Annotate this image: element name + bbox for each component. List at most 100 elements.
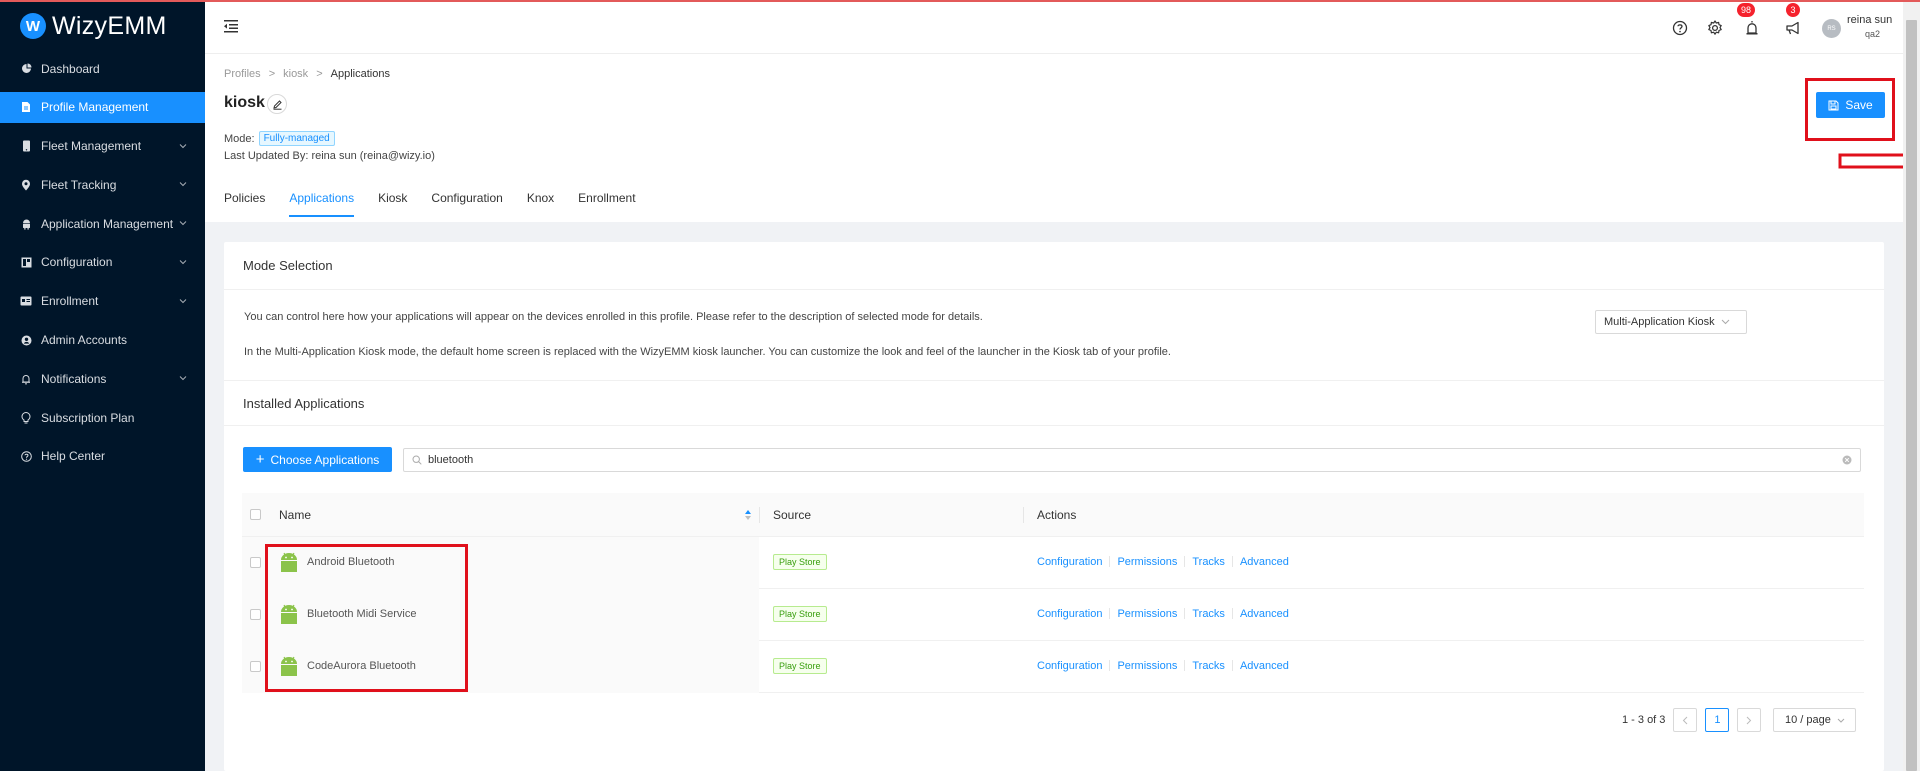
sidebar-item-label: Application Management [41, 216, 174, 231]
advanced-link[interactable]: Advanced [1240, 608, 1289, 620]
search-field[interactable] [403, 448, 1861, 472]
sidebar-item-notifications[interactable]: Notifications [0, 363, 205, 394]
action-separator [1184, 608, 1186, 619]
sidebar-item-label: Admin Accounts [41, 333, 128, 348]
row-checkbox[interactable] [250, 557, 261, 568]
sidebar-item-dashboard[interactable]: Dashboard [0, 53, 205, 84]
divider [224, 289, 1884, 290]
user-settings-icon [20, 334, 32, 346]
sidebar-item-label: Help Center [41, 449, 106, 464]
layout-icon [20, 256, 32, 268]
user-name[interactable]: reina sun [1847, 14, 1892, 26]
bulb-icon [20, 411, 32, 424]
kiosk-mode-select[interactable]: Multi-Application Kiosk [1595, 310, 1747, 334]
divider [224, 425, 1884, 426]
tab-kiosk[interactable]: Kiosk [378, 191, 407, 217]
tab-configuration[interactable]: Configuration [431, 191, 502, 217]
alarm-icon [1746, 21, 1758, 35]
column-source: Source [773, 507, 812, 522]
tracks-link[interactable]: Tracks [1192, 556, 1225, 568]
sidebar-item-enrollment[interactable]: Enrollment [0, 286, 205, 317]
sidebar-item-fleet-management[interactable]: Fleet Management [0, 131, 205, 162]
action-separator [1231, 608, 1233, 619]
sidebar-item-admin-accounts[interactable]: Admin Accounts [0, 325, 205, 356]
sidebar-item-help-center[interactable]: Help Center [0, 441, 205, 472]
next-page-button[interactable] [1737, 708, 1762, 732]
chevron-left-icon [1683, 716, 1688, 724]
megaphone-icon [1786, 21, 1799, 35]
logo[interactable]: W WizyEMM [0, 0, 205, 52]
plus-icon: + [255, 450, 265, 468]
advanced-link[interactable]: Advanced [1240, 660, 1289, 672]
permissions-link[interactable]: Permissions [1117, 556, 1177, 568]
choose-applications-button[interactable]: + Choose Applications [243, 447, 392, 472]
column-name[interactable]: Name [279, 508, 311, 522]
select-all-checkbox[interactable] [250, 509, 261, 520]
save-button[interactable]: Save [1816, 92, 1885, 118]
vertical-scrollbar[interactable] [1903, 2, 1920, 771]
sort-icon[interactable] [744, 509, 752, 521]
mode-row: Mode: Fully-managed [224, 131, 335, 146]
announcement-badge: 3 [1786, 3, 1800, 17]
tab-enrollment[interactable]: Enrollment [578, 191, 635, 217]
applications-card: Mode Selection You can control here how … [224, 242, 1884, 771]
advanced-link[interactable]: Advanced [1240, 556, 1289, 568]
chevron-down-icon [179, 260, 187, 265]
page-number[interactable]: 1 [1705, 708, 1730, 732]
search-input[interactable] [428, 454, 1808, 466]
tab-policies[interactable]: Policies [224, 191, 265, 217]
tab-knox[interactable]: Knox [527, 191, 554, 217]
avatar[interactable]: RS [1822, 19, 1841, 38]
action-separator [1109, 608, 1111, 619]
page-header: Profiles > kiosk > Applications kiosk Mo… [205, 54, 1920, 222]
scrollbar-thumb[interactable] [1906, 20, 1917, 771]
android-icon [20, 218, 32, 230]
row-checkbox[interactable] [250, 609, 261, 620]
help-icon[interactable] [1671, 19, 1689, 37]
prev-page-button[interactable] [1673, 708, 1698, 732]
column-actions: Actions [1037, 507, 1077, 522]
clear-search-icon[interactable] [1842, 455, 1852, 465]
row-checkbox[interactable] [250, 661, 261, 672]
tracks-link[interactable]: Tracks [1192, 660, 1225, 672]
last-updated: Last Updated By: reina sun (reina@wizy.i… [224, 150, 435, 162]
table-header: Name Source Actions [242, 493, 1864, 537]
source-tag: Play Store [773, 606, 827, 622]
page-title: kiosk [224, 94, 265, 111]
configuration-link[interactable]: Configuration [1037, 556, 1102, 568]
chevron-down-icon [179, 221, 187, 226]
permissions-link[interactable]: Permissions [1117, 608, 1177, 620]
page-size-value: 10 / page [1784, 714, 1831, 726]
topbar: 98 3 RS reina sun qa2 [205, 2, 1903, 54]
tracks-link[interactable]: Tracks [1192, 608, 1225, 620]
edit-title-button[interactable] [267, 94, 287, 114]
permissions-link[interactable]: Permissions [1117, 660, 1177, 672]
sidebar-item-application-management[interactable]: Application Management [0, 208, 205, 239]
mode-label: Mode: [224, 132, 255, 145]
breadcrumb-kiosk[interactable]: kiosk [283, 68, 308, 80]
sidebar-item-label: Subscription Plan [41, 410, 135, 425]
row-actions: Configuration Permissions Tracks Advanced [1037, 608, 1289, 620]
tab-applications[interactable]: Applications [289, 191, 355, 217]
sidebar-item-configuration[interactable]: Configuration [0, 247, 205, 278]
save-label: Save [1845, 98, 1873, 112]
settings-gear-icon[interactable] [1706, 19, 1724, 37]
sidebar-item-subscription-plan[interactable]: Subscription Plan [0, 402, 205, 433]
menu-fold-icon[interactable] [223, 18, 239, 34]
action-separator [1109, 556, 1111, 567]
sidebar-item-label: Fleet Management [41, 139, 142, 154]
mode-tag: Fully-managed [258, 131, 335, 146]
row-actions: Configuration Permissions Tracks Advanced [1037, 556, 1289, 568]
sidebar-item-fleet-tracking[interactable]: Fleet Tracking [0, 169, 205, 200]
chevron-down-icon [1837, 718, 1845, 723]
top-accent-line [0, 0, 1920, 2]
chevron-right-icon [1747, 716, 1752, 724]
page-size-select[interactable]: 10 / page [1773, 708, 1857, 732]
breadcrumb-profiles[interactable]: Profiles [224, 68, 261, 80]
configuration-link[interactable]: Configuration [1037, 660, 1102, 672]
announcement-button[interactable]: 3 [1784, 3, 1802, 37]
logo-text: WizyEMM [52, 11, 167, 40]
sidebar-item-profile-management[interactable]: Profile Management [0, 91, 205, 123]
alarm-button[interactable]: 98 [1737, 3, 1761, 37]
configuration-link[interactable]: Configuration [1037, 608, 1102, 620]
